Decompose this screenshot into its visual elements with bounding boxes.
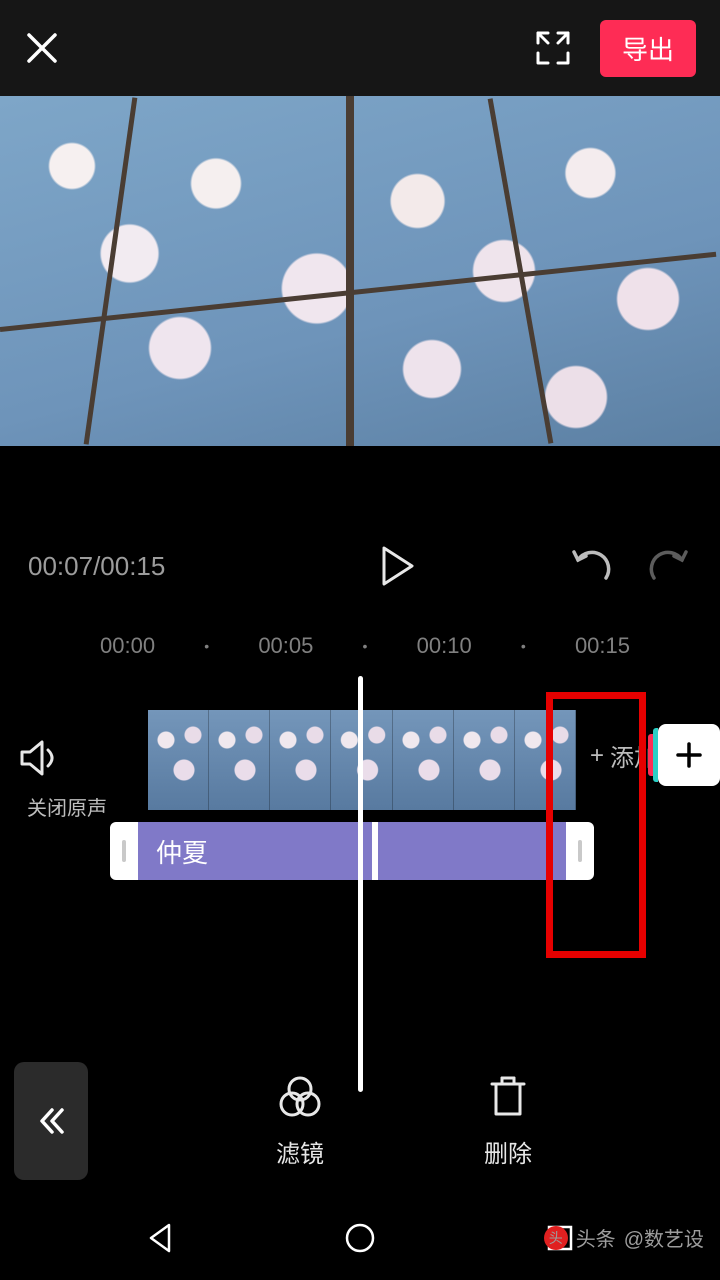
mute-label: 关闭原声	[18, 792, 116, 821]
filter-label: 滤镜	[276, 1134, 324, 1169]
filter-button[interactable]: 滤镜	[276, 1074, 324, 1169]
time-display: 00:07/00:15	[28, 551, 228, 582]
ruler-dot: •	[363, 638, 368, 654]
video-preview[interactable]	[0, 96, 720, 446]
delete-button[interactable]: 删除	[484, 1074, 532, 1169]
ruler-dot: •	[521, 638, 526, 654]
play-icon[interactable]	[378, 544, 418, 588]
nav-back-icon[interactable]	[60, 1221, 260, 1255]
ruler-dot: •	[204, 638, 209, 654]
ruler-mark: 00:10	[417, 633, 472, 659]
ruler-mark: 00:05	[258, 633, 313, 659]
audio-track[interactable]: 仲夏	[110, 822, 594, 880]
footer-credit: 头 头条 @数艺设	[544, 1223, 704, 1252]
footer-author: @数艺设	[624, 1223, 704, 1252]
redo-icon[interactable]	[648, 546, 692, 586]
footer-prefix: 头条	[576, 1223, 616, 1252]
audio-clip[interactable]: 仲夏	[138, 822, 566, 880]
toutiao-icon: 头	[544, 1226, 568, 1250]
delete-label: 删除	[484, 1134, 532, 1169]
nav-home-icon[interactable]	[260, 1222, 460, 1254]
bottom-toolbar: 滤镜 删除	[0, 1046, 720, 1196]
ruler-mark: 00:15	[575, 633, 630, 659]
collapse-button[interactable]	[14, 1062, 88, 1180]
playback-controls: 00:07/00:15	[0, 506, 720, 626]
ruler-mark: 00:00	[100, 633, 155, 659]
export-button[interactable]: 导出	[600, 20, 696, 77]
mute-original-sound[interactable]: 关闭原声	[18, 738, 116, 821]
undo-icon[interactable]	[568, 546, 612, 586]
add-clip-button[interactable]	[658, 724, 720, 786]
time-ruler[interactable]: 00:00 • 00:05 • 00:10 • 00:15	[0, 626, 720, 666]
playhead[interactable]	[358, 676, 363, 1092]
fullscreen-icon[interactable]	[534, 29, 572, 67]
close-icon[interactable]	[24, 30, 60, 66]
top-bar: 导出	[0, 0, 720, 96]
trim-handle-left[interactable]	[110, 822, 138, 880]
audio-clip-name: 仲夏	[156, 833, 208, 870]
annotation-highlight	[546, 692, 646, 958]
